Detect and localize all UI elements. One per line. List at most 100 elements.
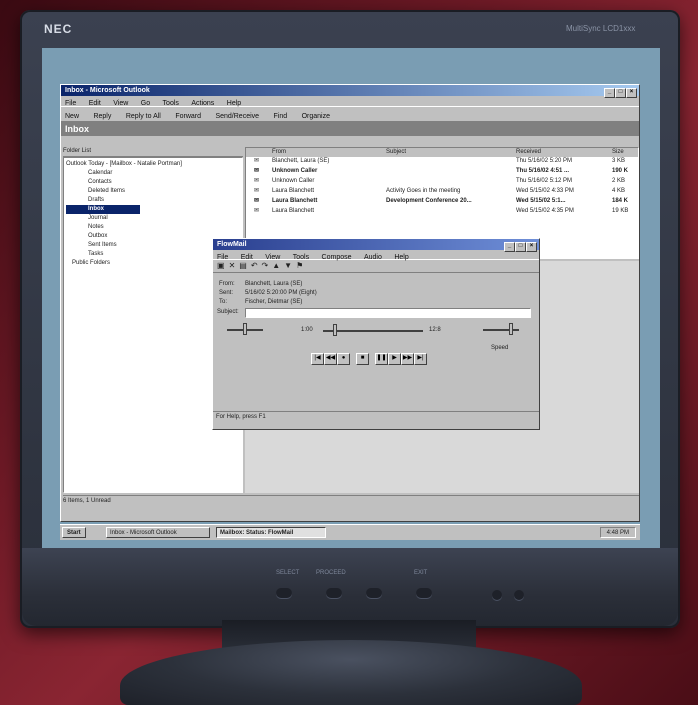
message-list-header: From Subject Received Size [246,148,638,157]
flag-icon[interactable]: ⚑ [296,261,307,270]
message-row[interactable]: ✉ Blanchett, Laura (SE) Thu 5/16/02 5:20 P… [246,157,638,167]
speed-label: Speed [491,345,509,351]
column-subject[interactable]: Subject [386,148,406,157]
fm-menu-help[interactable]: Help [394,254,408,261]
balance-thumb[interactable] [243,323,247,335]
message-size: 4 KB [612,188,626,194]
print-icon[interactable]: ▤ [239,261,251,270]
message-rows: ✉ Blanchett, Laura (SE) Thu 5/16/02 5:20 P… [246,157,638,217]
message-row[interactable]: ✉ Laura Blanchett Wed 5/15/02 4:35 PM 19 KB [246,207,638,217]
monitor-button-3[interactable] [366,588,382,598]
message-from: Laura Blanchett [272,188,315,194]
speed-slider[interactable] [483,329,519,331]
control-label-exit: EXIT [414,570,428,576]
flowmail-statusbar: For Help, press F1 [213,411,539,422]
position-thumb[interactable] [333,324,337,336]
envelope-icon: ✉ [254,168,260,174]
message-received: Wed 5/15/02 5:1... [516,198,566,204]
message-received: Thu 5/16/02 5:12 PM [516,178,573,184]
message-from: Laura Blanchett [272,198,318,204]
flowmail-minimize-button[interactable]: _ [504,242,515,252]
monitor-stand [120,640,582,705]
folder-outlook-today[interactable]: Outlook Today - [Mailbox - Natalie Portm… [66,160,240,169]
monitor-button-1[interactable] [276,588,292,598]
message-row[interactable]: ✉ Laura Blanchett Development Conference 2… [246,197,638,207]
end-icon[interactable]: ▶| [414,353,427,365]
menu-go[interactable]: Go [141,100,150,107]
flowmail-close-button[interactable]: × [526,242,537,252]
fm-menu-audio[interactable]: Audio [364,254,382,261]
delete-icon[interactable]: ✕ [229,261,240,270]
find-button[interactable]: Find [274,113,288,120]
organize-button[interactable]: Organize [302,113,330,120]
folder-list-header: Folder List [63,147,243,157]
volume-max: 12:8 [429,327,441,333]
envelope-icon: ✉ [254,178,260,184]
monitor-button-2[interactable] [326,588,342,598]
menu-help[interactable]: Help [227,100,241,107]
volume-min: 1:00 [301,327,313,333]
new-button[interactable]: New [65,113,79,120]
monitor-button-5[interactable] [492,590,502,600]
column-from[interactable]: From [272,148,286,157]
close-button[interactable]: × [626,88,637,98]
message-subject: Development Conference 20... [386,198,472,204]
monitor-button-4[interactable] [416,588,432,598]
subject-field[interactable] [245,308,531,318]
outlook-menubar: File Edit View Go Tools Actions Help [61,96,639,107]
maximize-button[interactable]: □ [615,88,626,98]
message-row[interactable]: ✉ Laura Blanchett Activity Goes in the mee… [246,187,638,197]
save-icon[interactable]: ▣ [217,261,229,270]
forward-button[interactable]: Forward [175,113,201,120]
record-icon[interactable]: ● [337,353,350,365]
down-icon[interactable]: ▼ [284,261,296,270]
pause-icon[interactable]: ❚❚ [375,353,388,365]
start-button[interactable]: Start [62,527,86,538]
stop-icon[interactable]: ■ [356,353,369,365]
play-icon[interactable]: ▶ [388,353,401,365]
message-size: 19 KB [612,208,629,214]
folder-deleted-items[interactable]: Deleted Items [66,187,240,196]
minimize-button[interactable]: _ [604,88,615,98]
folder-contacts[interactable]: Contacts [66,178,240,187]
reply-button[interactable]: Reply [93,113,111,120]
outlook-toolbar: New Reply Reply to All Forward Send/Rece… [61,106,639,122]
power-button[interactable] [514,590,524,600]
speed-thumb[interactable] [509,323,513,335]
message-row[interactable]: ✉ Unknown Caller Thu 5/16/02 5:12 PM 2 KB [246,177,638,187]
column-received[interactable]: Received [516,148,541,157]
fm-menu-compose[interactable]: Compose [322,254,352,261]
folder-inbox[interactable]: Inbox [66,205,140,214]
send-receive-button[interactable]: Send/Receive [215,113,259,120]
menu-file[interactable]: File [65,100,76,107]
flowmail-maximize-button[interactable]: □ [515,242,526,252]
task-outlook[interactable]: Inbox - Microsoft Outlook [106,527,210,538]
task-flowmail[interactable]: Mailbox: Status: FlowMail [216,527,326,538]
folder-banner: Inbox [61,122,639,136]
screen: Inbox - Microsoft Outlook _ □ × File Edit … [42,48,660,550]
rewind-icon[interactable]: ◀◀ [324,353,337,365]
envelope-icon: ✉ [254,198,260,204]
reply-icon[interactable]: ↶ [251,261,262,270]
column-size[interactable]: Size [612,148,624,157]
monitor-brand: NEC [44,22,73,36]
fast-forward-icon[interactable]: ▶▶ [401,353,414,365]
position-slider[interactable] [323,330,423,332]
message-from: Unknown Caller [272,168,318,174]
flowmail-body: From: Blanchett, Laura (SE) Sent: 5/16/0… [213,273,539,411]
folder-calendar[interactable]: Calendar [66,169,240,178]
folder-drafts[interactable]: Drafts [66,196,240,205]
folder-journal[interactable]: Journal [66,214,240,223]
playback-controls: |◀ ◀◀ ● ■ ❚❚ ▶ ▶▶ ▶| [311,353,427,365]
from-label: From: [219,281,235,287]
reply-all-button[interactable]: Reply to All [126,113,161,120]
forward-icon[interactable]: ↷ [262,261,273,270]
rewind-start-icon[interactable]: |◀ [311,353,324,365]
subject-label: Subject: [217,309,239,315]
message-row[interactable]: ✉ Unknown Caller Thu 5/16/02 4:51 ... 190 K [246,167,638,177]
folder-notes[interactable]: Notes [66,223,240,232]
up-icon[interactable]: ▲ [272,261,284,270]
message-size: 3 KB [612,158,626,164]
outlook-titlebar: Inbox - Microsoft Outlook _ □ × [61,85,639,98]
flowmail-toolbar: ▣✕▤↶↷▲▼⚑ [213,259,539,273]
